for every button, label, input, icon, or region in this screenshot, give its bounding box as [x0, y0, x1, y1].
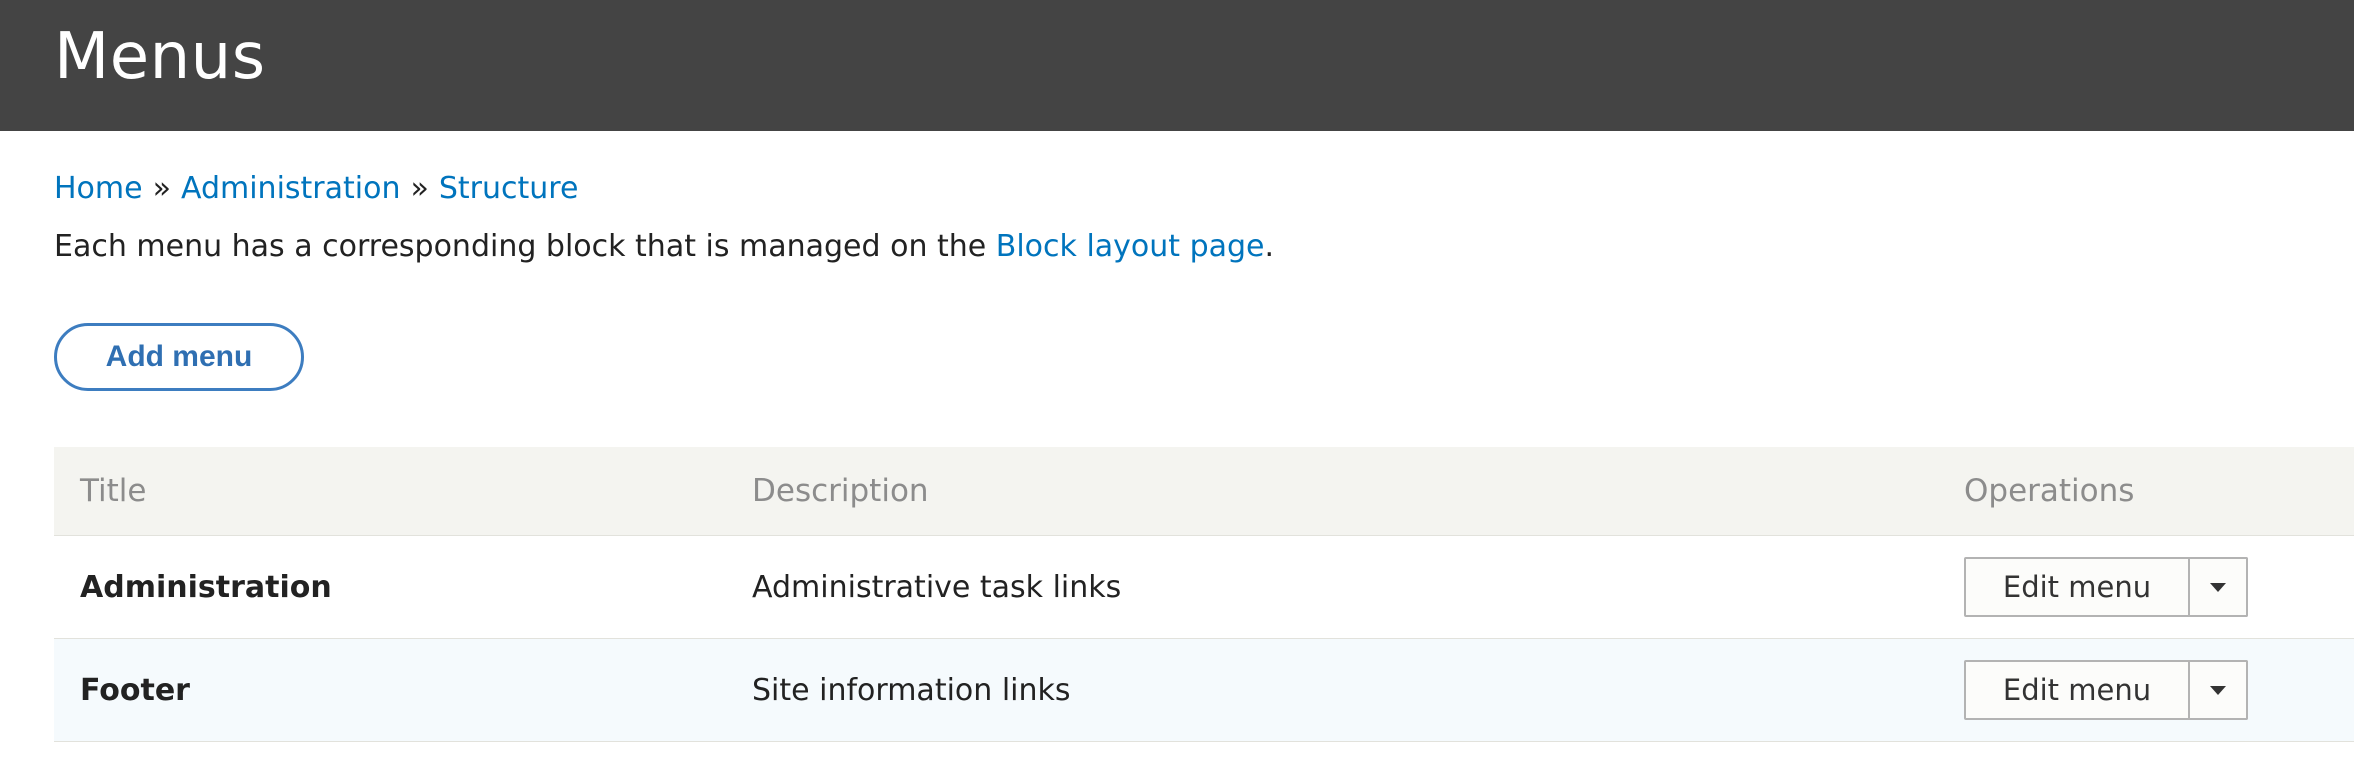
page-title: Menus — [54, 20, 266, 94]
operations-dropbutton: Edit menu — [1964, 660, 2354, 720]
column-header-title: Title — [54, 447, 726, 536]
help-text-after: . — [1264, 229, 1275, 264]
add-menu-button[interactable]: Add menu — [54, 323, 304, 391]
breadcrumb-separator: » — [410, 171, 429, 206]
menu-title: Administration — [54, 535, 726, 639]
block-layout-link[interactable]: Block layout page — [996, 229, 1265, 264]
help-text: Each menu has a corresponding block that… — [54, 229, 2354, 265]
menu-operations: Edit menu — [1938, 638, 2354, 742]
menus-table: Title Description Operations Administrat… — [54, 447, 2354, 742]
menu-operations: Edit menu — [1938, 535, 2354, 639]
table-header-row: Title Description Operations — [54, 447, 2354, 536]
edit-menu-button[interactable]: Edit menu — [1964, 557, 2190, 617]
table-row: Footer Site information links Edit menu — [54, 638, 2354, 742]
chevron-down-icon — [2210, 685, 2226, 695]
operations-toggle-button[interactable] — [2190, 557, 2248, 617]
help-text-before: Each menu has a corresponding block that… — [54, 229, 996, 264]
operations-toggle-button[interactable] — [2190, 660, 2248, 720]
page-header: Menus — [0, 0, 2354, 131]
column-header-operations: Operations — [1938, 447, 2354, 536]
breadcrumb-home-link[interactable]: Home — [54, 171, 143, 206]
breadcrumb-structure-link[interactable]: Structure — [439, 171, 579, 206]
breadcrumb-separator: » — [152, 171, 171, 206]
operations-dropbutton: Edit menu — [1964, 557, 2354, 617]
menu-description: Administrative task links — [726, 535, 1938, 639]
column-header-description: Description — [726, 447, 1938, 536]
breadcrumb-administration-link[interactable]: Administration — [181, 171, 401, 206]
menu-description: Site information links — [726, 638, 1938, 742]
table-row: Administration Administrative task links… — [54, 535, 2354, 639]
chevron-down-icon — [2210, 582, 2226, 592]
edit-menu-button[interactable]: Edit menu — [1964, 660, 2190, 720]
menu-title: Footer — [54, 638, 726, 742]
main-content: Home » Administration » Structure Each menu … — [0, 171, 2354, 742]
breadcrumb: Home » Administration » Structure — [54, 171, 2354, 207]
